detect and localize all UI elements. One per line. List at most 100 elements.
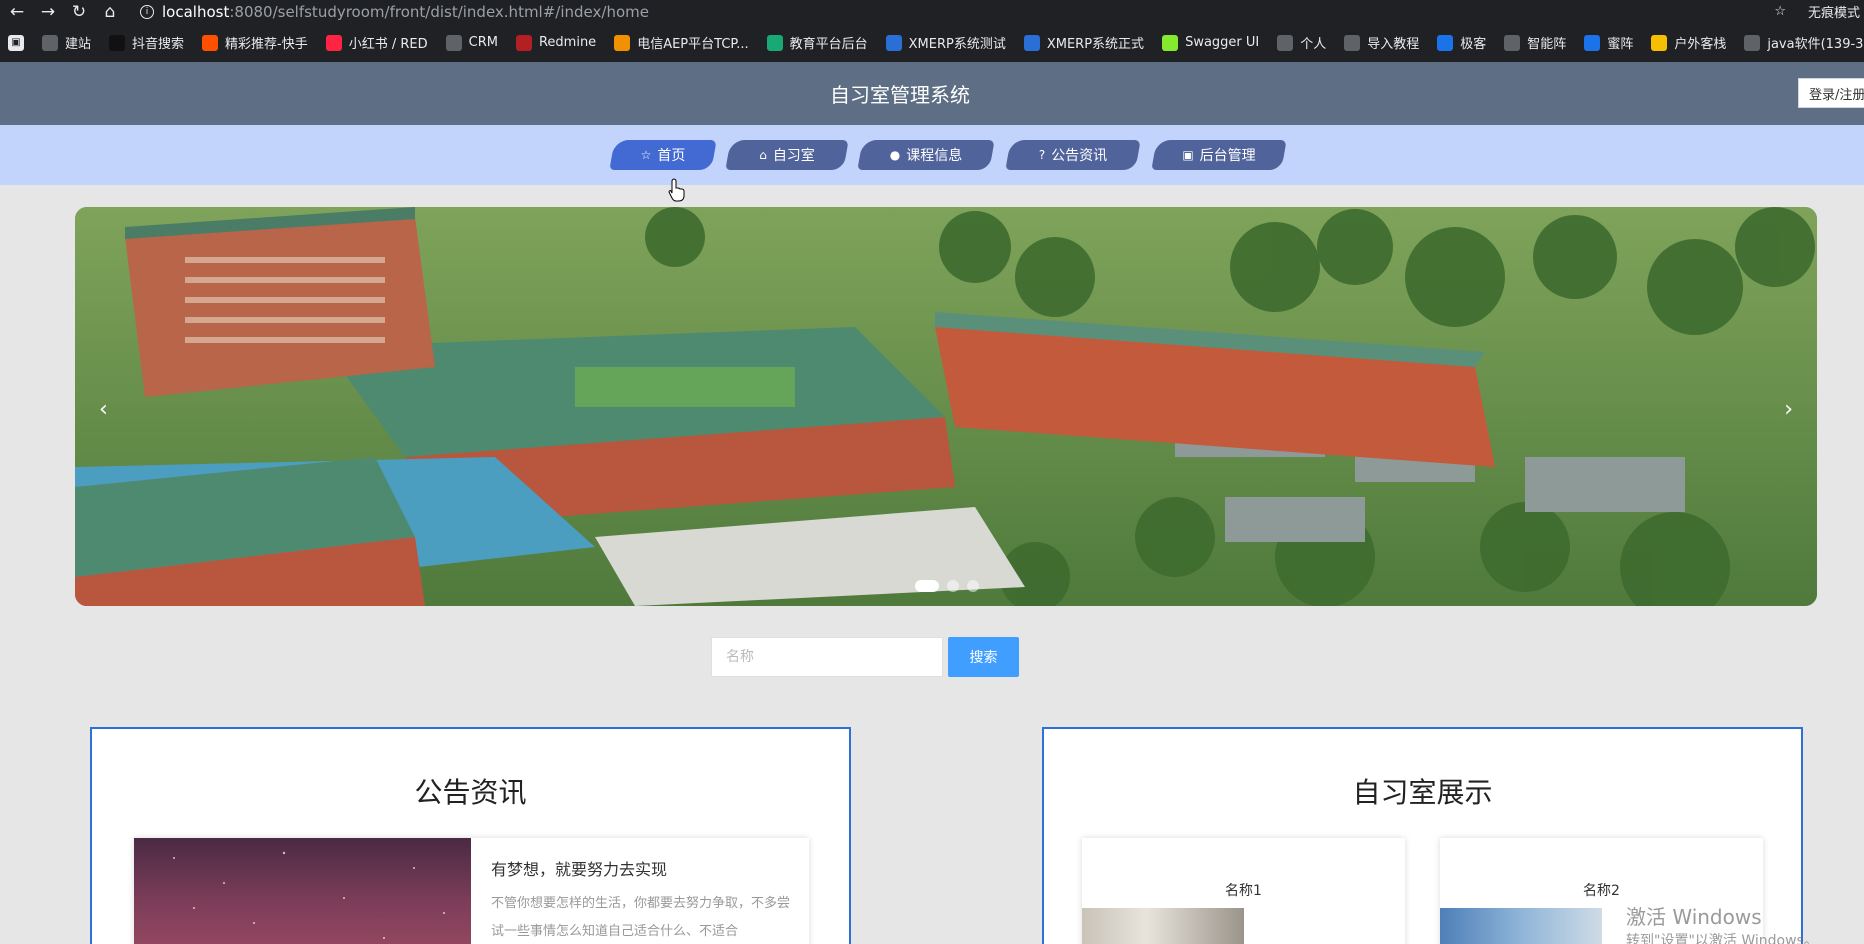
globe-icon [1504, 34, 1521, 51]
bookmark-item[interactable]: 电信AEP平台TCP... [614, 33, 749, 52]
mizhen-icon [1584, 34, 1601, 51]
watermark-line2: 转到"设置"以激活 Windows。 [1626, 933, 1818, 944]
bookmark-item[interactable]: 智能阵 [1504, 33, 1566, 52]
bookmark-item[interactable]: java软件(139-3281) [1744, 33, 1864, 52]
bookmarks-bar: ▣ 建站 抖音搜索 精彩推荐-快手 小红书 / RED CRM Redmine 电信AEP平… [0, 23, 1864, 62]
bookmark-item[interactable]: 个人 [1277, 33, 1326, 52]
search-button[interactable]: 搜索 [948, 637, 1019, 677]
room-name: 名称1 [1225, 883, 1262, 899]
globe-icon [1277, 34, 1294, 51]
bookmark-star-icon[interactable]: ☆ [1774, 4, 1786, 19]
bookmark-item[interactable]: CRM [445, 34, 498, 51]
login-register-button[interactable]: 登录/注册 [1798, 78, 1864, 108]
bookmark-label: Redmine [538, 35, 597, 50]
news-card[interactable]: 有梦想，就要努力去实现 不管你想要怎样的生活，你都要去努力争取，不多尝试一些事情… [134, 838, 809, 944]
bookmark-item[interactable]: Swagger UI [1162, 34, 1260, 51]
bookmark-item[interactable]: 小红书 / RED [325, 33, 428, 52]
carousel-indicators [915, 580, 979, 592]
bookmark-item[interactable]: 抖音搜索 [109, 33, 184, 52]
search-input[interactable] [711, 637, 943, 677]
site-title: 自习室管理系统 [830, 83, 970, 107]
xmerp-icon [885, 34, 902, 51]
bookmark-item[interactable]: 建站 [42, 33, 91, 52]
incognito-label: 无痕模式 [1807, 6, 1860, 21]
study-room-panel-title: 自习室展示 [1352, 776, 1493, 809]
menu-item-label: 首页 [657, 148, 686, 164]
redmine-icon [515, 34, 532, 51]
news-description: 不管你想要怎样的生活，你都要去努力争取，不多尝试一些事情怎么知道自己适合什么、不… [491, 896, 791, 939]
geek-icon [1437, 34, 1454, 51]
bookmark-label: 建站 [65, 37, 92, 52]
menu-item-announcements[interactable]: ? 公告资讯 [1005, 140, 1141, 170]
site-info-icon[interactable]: i [140, 4, 154, 19]
bookmark-item[interactable]: XMERP系统测试 [885, 33, 1006, 52]
menu-item-admin[interactable]: ▣ 后台管理 [1151, 140, 1287, 170]
star-icon: ☆ [640, 148, 652, 162]
bookmark-item[interactable]: 极客 [1437, 33, 1486, 52]
carousel-prev-arrow-icon[interactable]: ‹ [99, 397, 108, 422]
bookmark-label: 小红书 / RED [348, 37, 428, 52]
news-panel: 公告资讯 有梦想，就要努力去实现 不管你想要怎样的生活，你都要去努力争取，不多尝… [90, 727, 851, 944]
menu-item-label: 后台管理 [1199, 148, 1256, 164]
room-card[interactable]: 名称1 [1082, 838, 1405, 944]
bookmark-icon [42, 34, 58, 51]
bookmark-item[interactable]: 蜜阵 [1584, 33, 1633, 52]
bookmark-label: 极客 [1460, 37, 1487, 52]
globe-icon [1344, 34, 1361, 51]
address-field[interactable]: i localhost:8080/selfstudyroom/front/dis… [140, 3, 649, 21]
carousel-next-arrow-icon[interactable]: › [1784, 397, 1793, 422]
bookmark-label: Swagger UI [1185, 35, 1260, 50]
menu-item-label: 自习室 [772, 148, 815, 164]
news-title[interactable]: 有梦想，就要努力去实现 [491, 856, 667, 880]
news-thumbnail [134, 838, 471, 944]
back-arrow-icon[interactable]: ← [3, 0, 31, 23]
banner-carousel[interactable]: ‹ › [75, 207, 1817, 606]
watermark-line1: 激活 Windows [1626, 905, 1762, 929]
carousel-dot[interactable] [947, 580, 959, 592]
url-host: localhost [162, 2, 230, 21]
site-header: 自习室管理系统 登录/注册 [0, 62, 1864, 125]
bookmark-item[interactable]: Redmine [515, 34, 597, 51]
douyin-icon [109, 34, 126, 51]
reload-icon[interactable]: ↻ [65, 0, 93, 23]
xiaohongshu-icon [325, 34, 342, 51]
bookmark-label: 蜜阵 [1607, 37, 1634, 52]
main-menu: ☆ 首页 ⌂ 自习室 ● 课程信息 ? 公告资讯 ▣ 后台管理 [0, 125, 1864, 185]
menu-item-study-room[interactable]: ⌂ 自习室 [725, 140, 849, 170]
carousel-dot[interactable] [967, 580, 979, 592]
bookmark-label: 精彩推荐-快手 [225, 37, 308, 52]
bookmark-item[interactable]: 精彩推荐-快手 [202, 33, 308, 52]
info-icon: ● [889, 148, 901, 162]
kuaishou-icon [202, 34, 219, 51]
room-thumbnail [1082, 908, 1244, 944]
bookmark-label: XMERP系统测试 [908, 37, 1006, 52]
home-icon[interactable]: ⌂ [96, 0, 124, 23]
apps-icon[interactable]: ▣ [8, 34, 24, 51]
aep-icon [614, 34, 631, 51]
menu-item-home[interactable]: ☆ 首页 [609, 140, 717, 170]
bookmark-label: 智能阵 [1527, 37, 1567, 52]
bookmark-item[interactable]: XMERP系统正式 [1023, 33, 1145, 52]
bookmark-item[interactable]: 教育平台后台 [766, 33, 868, 52]
carousel-dot[interactable] [915, 580, 939, 592]
bookmark-label: 抖音搜索 [132, 37, 185, 52]
globe-icon [1744, 34, 1761, 51]
room-thumbnail [1440, 908, 1602, 944]
menu-item-label: 公告资讯 [1051, 148, 1108, 164]
url-path: :8080/selfstudyroom/front/dist/index.htm… [229, 2, 649, 21]
outdoor-icon [1651, 34, 1668, 51]
edu-icon [766, 34, 783, 51]
windows-activation-watermark: 激活 Windows 转到"设置"以激活 Windows。 [1626, 905, 1818, 944]
xmerp-icon [1023, 34, 1040, 51]
bag-icon: ⌂ [759, 148, 767, 162]
bookmark-label: 电信AEP平台TCP... [637, 37, 749, 52]
forward-arrow-icon[interactable]: → [34, 0, 62, 23]
bookmark-item[interactable]: 户外客栈 [1651, 33, 1726, 52]
browser-toolbar: ← → ↻ ⌂ i localhost:8080/selfstudyroom/f… [0, 0, 1864, 23]
bookmark-label: java软件(139-3281) [1767, 37, 1864, 52]
bookmark-label: XMERP系统正式 [1046, 37, 1145, 52]
question-icon: ? [1038, 148, 1046, 162]
bookmark-label: 教育平台后台 [789, 37, 868, 52]
menu-item-courses[interactable]: ● 课程信息 [857, 140, 995, 170]
bookmark-item[interactable]: 导入教程 [1344, 33, 1419, 52]
